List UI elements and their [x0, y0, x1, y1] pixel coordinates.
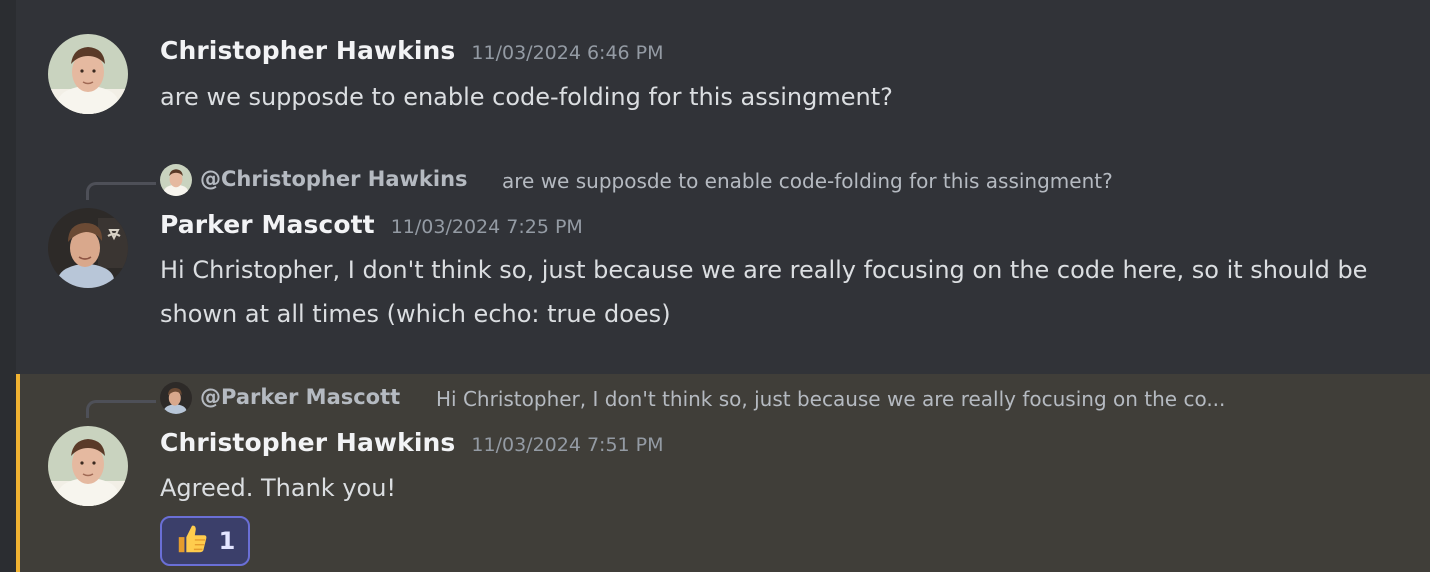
reply-spine	[86, 182, 156, 200]
reaction-count: 1	[218, 527, 236, 555]
message-content: are we supposde to enable code-folding f…	[160, 83, 893, 111]
reply-preview-text[interactable]: are we supposde to enable code-folding f…	[502, 169, 1113, 193]
message-item-highlighted[interactable]: @Parker Mascott Hi Christopher, I don't …	[16, 374, 1430, 572]
reply-reference[interactable]: @Christopher Hawkins are we supposde to …	[86, 160, 1406, 200]
message-timestamp[interactable]: 11/03/2024 7:51 PM	[471, 434, 663, 456]
reaction-thumbs-up[interactable]: 1	[160, 516, 250, 566]
message-item[interactable]: Christopher Hawkins 11/03/2024 6:46 PM a…	[16, 0, 1430, 148]
mention-highlight-bar	[16, 374, 20, 572]
message-item[interactable]: @Christopher Hawkins are we supposde to …	[16, 148, 1430, 374]
message-content: Hi Christopher, I don't think so, just b…	[160, 256, 1368, 328]
message-content: Agreed. Thank you!	[160, 474, 397, 502]
reply-reference[interactable]: @Parker Mascott Hi Christopher, I don't …	[86, 378, 1406, 418]
thumbs-up-icon	[175, 522, 209, 560]
reply-preview-text[interactable]: Hi Christopher, I don't think so, just b…	[436, 387, 1225, 411]
author-name[interactable]: Christopher Hawkins	[160, 428, 455, 457]
message-header: Christopher Hawkins 11/03/2024 6:46 PM	[160, 36, 664, 65]
chat-message-list: Christopher Hawkins 11/03/2024 6:46 PM a…	[0, 0, 1430, 572]
message-timestamp[interactable]: 11/03/2024 7:25 PM	[391, 216, 583, 238]
author-name[interactable]: Christopher Hawkins	[160, 36, 455, 65]
message-header: Christopher Hawkins 11/03/2024 7:51 PM	[160, 428, 664, 457]
author-name[interactable]: Parker Mascott	[160, 210, 375, 239]
reply-avatar	[160, 164, 192, 196]
avatar-christopher-hawkins[interactable]	[48, 34, 128, 114]
avatar-christopher-hawkins[interactable]	[48, 426, 128, 506]
avatar-parker-mascott[interactable]	[48, 208, 128, 288]
reply-mention[interactable]: @Parker Mascott	[200, 385, 400, 409]
left-gutter	[0, 0, 16, 572]
message-header: Parker Mascott 11/03/2024 7:25 PM	[160, 210, 583, 239]
reply-avatar	[160, 382, 192, 414]
reply-spine	[86, 400, 156, 418]
reply-mention[interactable]: @Christopher Hawkins	[200, 167, 468, 191]
message-timestamp[interactable]: 11/03/2024 6:46 PM	[471, 42, 663, 64]
